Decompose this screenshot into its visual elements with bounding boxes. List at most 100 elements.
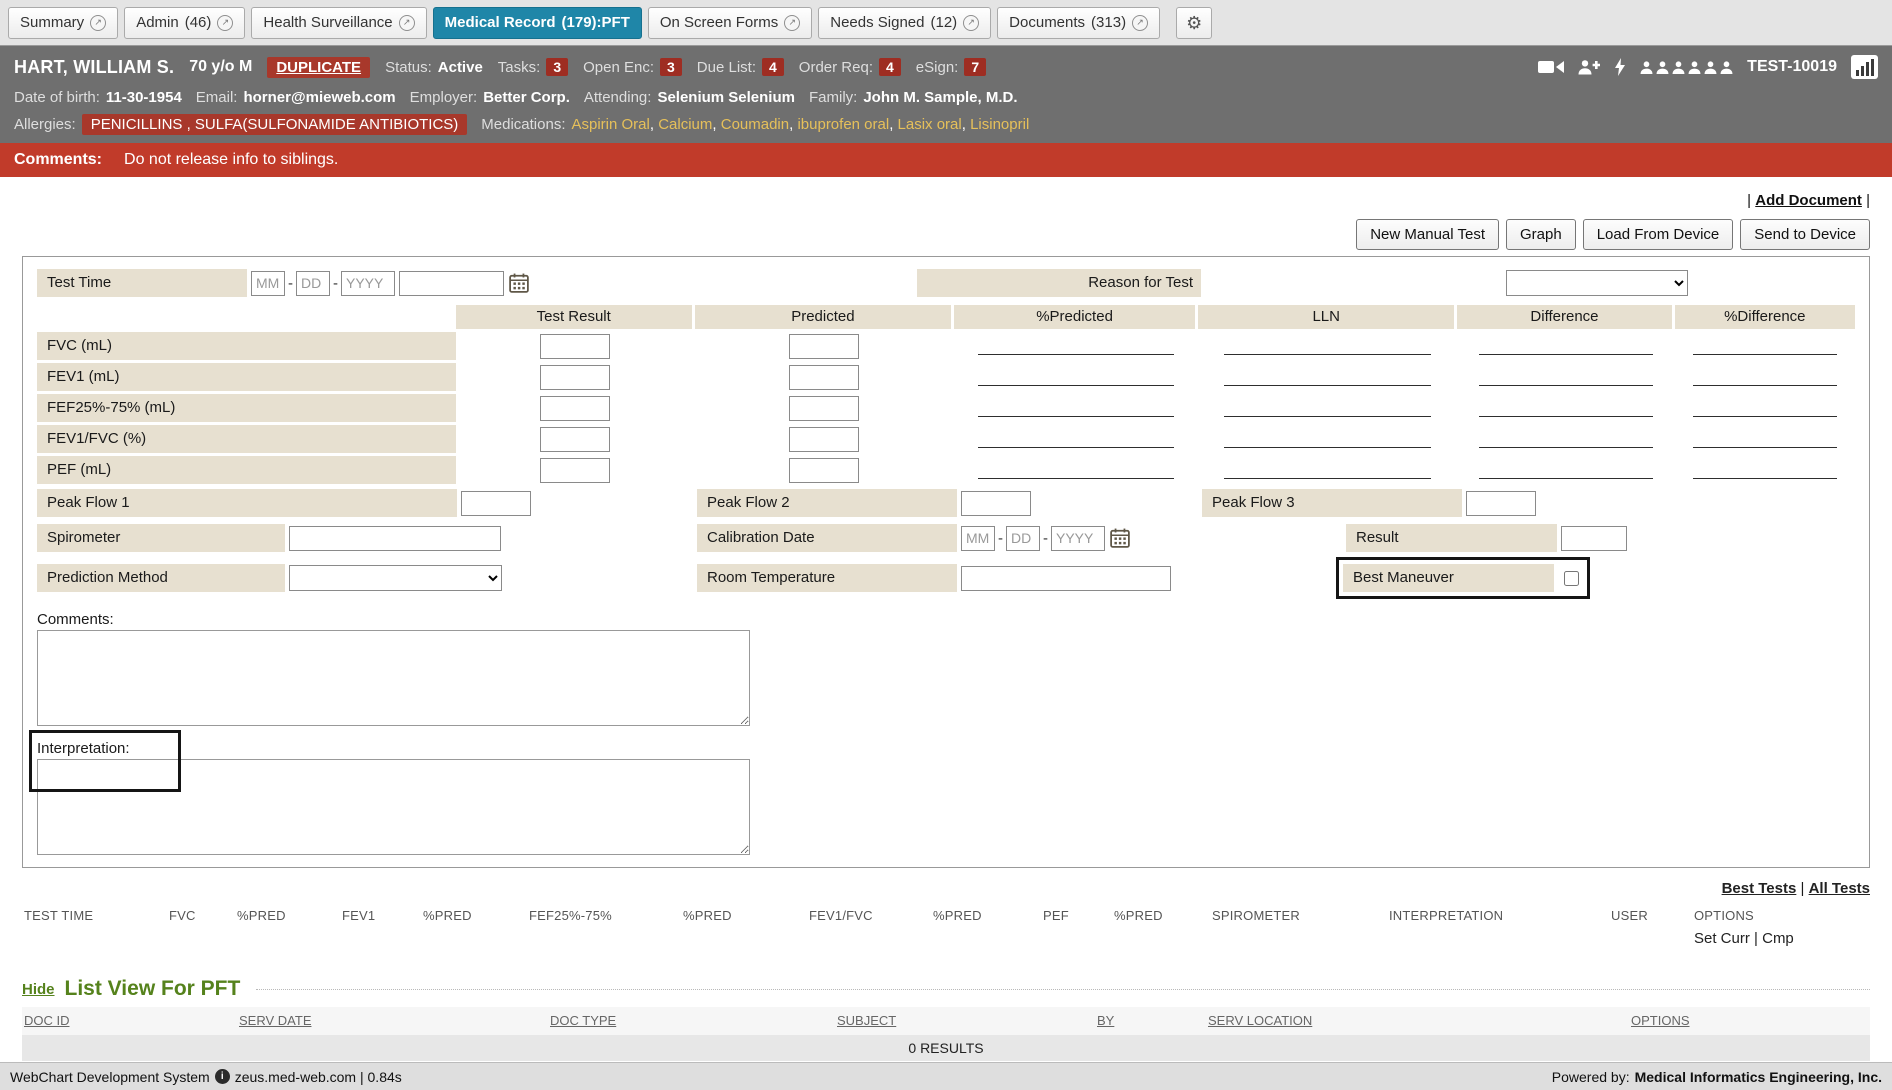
order-req-count-badge[interactable]: 4 [879, 58, 901, 76]
peak-flow-3-input[interactable] [1466, 491, 1536, 516]
pef-predicted-input[interactable] [789, 458, 859, 483]
best-tests-link[interactable]: Best Tests [1722, 880, 1797, 897]
measurement-row-fev1: FEV1 (mL) [37, 363, 1855, 391]
fef-predicted-input[interactable] [789, 396, 859, 421]
medication-link[interactable]: Lasix oral [898, 116, 962, 133]
tab-health-surveillance[interactable]: Health Surveillance ↗ [251, 7, 426, 39]
list-col-doc-type[interactable]: DOC TYPE [550, 1013, 616, 1028]
separator: , [650, 116, 658, 133]
load-from-device-button[interactable]: Load From Device [1583, 219, 1734, 250]
esign-count-badge[interactable]: 7 [964, 58, 986, 76]
popout-icon[interactable]: ↗ [399, 15, 415, 31]
due-list-label: Due List: [697, 59, 756, 76]
popout-icon[interactable]: ↗ [217, 15, 233, 31]
cmp-link[interactable]: Cmp [1762, 930, 1794, 947]
peak-flow-1-input[interactable] [461, 491, 531, 516]
tab-documents[interactable]: Documents (313) ↗ [997, 7, 1160, 39]
send-to-device-button[interactable]: Send to Device [1740, 219, 1870, 250]
test-time-month-input[interactable] [251, 271, 285, 296]
peak-flow-2-input[interactable] [961, 491, 1031, 516]
order-req-field: Order Req: 4 [799, 58, 901, 76]
medication-link[interactable]: ibuprofen oral [797, 116, 889, 133]
chart-icon-button[interactable] [1851, 55, 1878, 79]
fev1-fvc-test-result-input[interactable] [540, 427, 610, 452]
set-curr-link[interactable]: Set Curr [1694, 930, 1750, 947]
room-temperature-input[interactable] [961, 566, 1171, 591]
list-col-subject[interactable]: SUBJECT [837, 1013, 896, 1028]
results-col-pct-pred: %PRED [423, 908, 472, 923]
due-list-count-badge[interactable]: 4 [762, 58, 784, 76]
medications-label: Medications: [481, 116, 565, 133]
tab-needs-signed[interactable]: Needs Signed (12) ↗ [818, 7, 991, 39]
form-comments-textarea[interactable] [37, 630, 750, 726]
test-time-year-input[interactable] [341, 271, 395, 296]
difference-cell [1457, 363, 1674, 391]
measurement-row-fev1-fvc: FEV1/FVC (%) [37, 425, 1855, 453]
predicted-cell [695, 394, 954, 422]
calibration-day-input[interactable] [1006, 526, 1040, 551]
list-col-by[interactable]: BY [1097, 1013, 1114, 1028]
list-col-options[interactable]: OPTIONS [1631, 1013, 1690, 1028]
tab-label: Needs Signed [830, 14, 924, 31]
fvc-predicted-input[interactable] [789, 334, 859, 359]
pef-test-result-input[interactable] [540, 458, 610, 483]
tab-on-screen-forms[interactable]: On Screen Forms ↗ [648, 7, 812, 39]
lightning-icon[interactable] [1614, 58, 1626, 76]
list-col-serv-date[interactable]: SERV DATE [239, 1013, 311, 1028]
best-maneuver-checkbox[interactable] [1564, 571, 1579, 586]
fev1-test-result-input[interactable] [540, 365, 610, 390]
fef-test-result-input[interactable] [540, 396, 610, 421]
duplicate-flag-link[interactable]: DUPLICATE [267, 57, 370, 78]
email-value[interactable]: horner@mieweb.com [243, 89, 395, 106]
fev1-predicted-input[interactable] [789, 365, 859, 390]
attending-value: Selenium Selenium [657, 89, 795, 106]
tab-admin[interactable]: Admin (46) ↗ [124, 7, 245, 39]
add-document-link[interactable]: Add Document [1755, 192, 1862, 209]
open-enc-count-badge[interactable]: 3 [660, 58, 682, 76]
footer-bar: WebChart Development System i zeus.med-w… [0, 1062, 1892, 1090]
fev1-fvc-predicted-input[interactable] [789, 427, 859, 452]
medication-link[interactable]: Calcium [658, 116, 712, 133]
order-req-label: Order Req: [799, 59, 873, 76]
video-camera-icon[interactable] [1538, 59, 1564, 75]
medication-link[interactable]: Coumadin [721, 116, 789, 133]
allergies-value-link[interactable]: PENICILLINS , SULFA(SULFONAMIDE ANTIBIOT… [82, 114, 468, 135]
value-underline [1224, 385, 1431, 386]
popout-icon[interactable]: ↗ [1132, 15, 1148, 31]
fvc-test-result-input[interactable] [540, 334, 610, 359]
test-time-time-input[interactable] [399, 271, 504, 296]
popout-icon[interactable]: ↗ [90, 15, 106, 31]
tasks-count-badge[interactable]: 3 [546, 58, 568, 76]
value-underline [1224, 478, 1431, 479]
result-input[interactable] [1561, 526, 1627, 551]
all-tests-link[interactable]: All Tests [1809, 880, 1870, 897]
graph-button[interactable]: Graph [1506, 219, 1576, 250]
calendar-icon[interactable] [509, 273, 529, 293]
settings-tab[interactable]: ⚙ [1176, 7, 1212, 39]
calibration-year-input[interactable] [1051, 526, 1105, 551]
add-person-icon[interactable] [1578, 60, 1600, 75]
medication-link[interactable]: Lisinopril [970, 116, 1029, 133]
hide-link[interactable]: Hide [22, 981, 55, 998]
popout-icon[interactable]: ↗ [784, 15, 800, 31]
new-manual-test-button[interactable]: New Manual Test [1356, 219, 1499, 250]
tab-summary[interactable]: Summary ↗ [8, 7, 118, 39]
calibration-month-input[interactable] [961, 526, 995, 551]
popout-icon[interactable]: ↗ [963, 15, 979, 31]
tab-medical-record[interactable]: Medical Record (179):PFT [433, 7, 642, 39]
prediction-method-select[interactable] [289, 565, 502, 591]
test-time-day-input[interactable] [296, 271, 330, 296]
calendar-icon[interactable] [1110, 528, 1130, 548]
list-col-serv-location[interactable]: SERV LOCATION [1208, 1013, 1312, 1028]
list-col-doc-id[interactable]: DOC ID [24, 1013, 70, 1028]
info-icon[interactable]: i [215, 1069, 230, 1084]
reason-for-test-select[interactable] [1506, 270, 1688, 296]
spirometer-input[interactable] [289, 526, 501, 551]
peak-flow-3-label: Peak Flow 3 [1202, 489, 1462, 517]
powered-by-label: Powered by: [1552, 1069, 1630, 1085]
medication-link[interactable]: Aspirin Oral [572, 116, 650, 133]
interpretation-textarea[interactable] [37, 759, 750, 855]
prediction-method-row: Prediction Method Room Temperature Best … [37, 557, 1855, 599]
predicted-cell [695, 425, 954, 453]
results-col-fev1-fvc: FEV1/FVC [809, 908, 873, 923]
